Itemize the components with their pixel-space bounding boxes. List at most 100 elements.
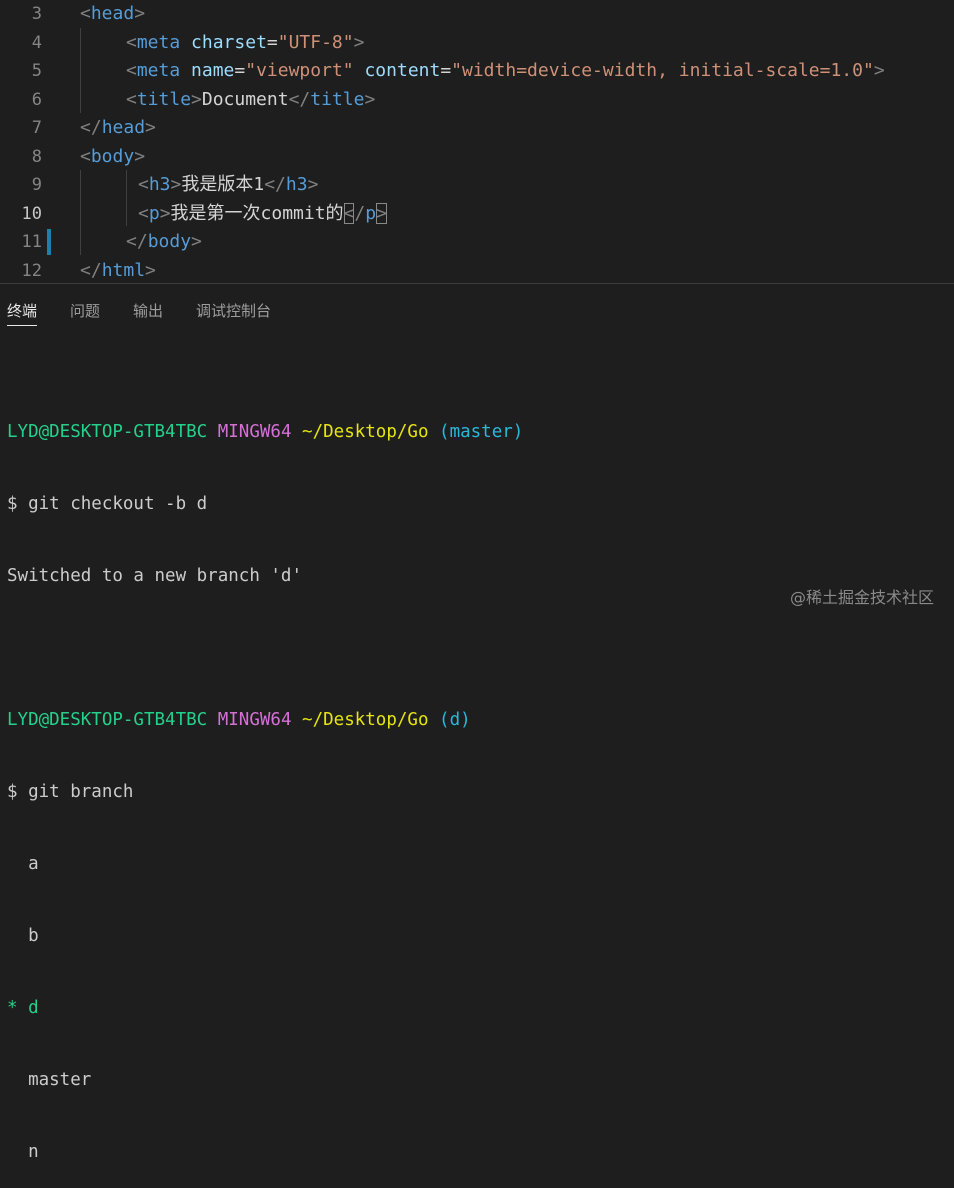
code-token: / xyxy=(354,202,366,224)
line-number: 11 xyxy=(21,232,42,252)
code-content: </head> xyxy=(80,114,156,142)
code-content: <meta charset="UTF-8"> xyxy=(126,29,364,57)
code-content: </body> xyxy=(126,228,202,256)
code-token: > xyxy=(376,202,387,224)
code-token: h3 xyxy=(285,174,308,195)
code-token: head xyxy=(101,117,146,138)
line-number: 10 xyxy=(21,203,42,224)
code-token: > xyxy=(873,60,885,81)
code-token: </ xyxy=(80,259,102,281)
line-number: 4 xyxy=(31,32,42,53)
code-editor[interactable]: 3 <head> 4 <meta charset="UTF-8"> 5 <meta nam… xyxy=(0,0,954,283)
code-token: charset xyxy=(191,31,267,53)
code-line: 8 <body> xyxy=(0,143,954,171)
prompt-branch: (master) xyxy=(439,422,524,442)
code-token: > xyxy=(159,202,171,224)
code-token: > xyxy=(191,88,202,110)
line-number: 12 xyxy=(21,260,42,281)
code-token: > xyxy=(134,3,146,24)
panel-tabs: 终端 问题 输出 调试控制台 xyxy=(0,284,954,336)
code-token: 我是第一次commit的 xyxy=(170,202,344,224)
tab-problems[interactable]: 问题 xyxy=(70,300,100,328)
code-token: p xyxy=(365,202,377,224)
prompt-line: LYD@DESKTOP-GTB4TBC MINGW64 ~/Desktop/Go… xyxy=(7,708,947,732)
code-token: head xyxy=(90,3,135,24)
code-token: < xyxy=(126,31,137,53)
prompt-path: ~/Desktop/Go xyxy=(302,710,429,730)
code-token: < xyxy=(80,145,91,167)
code-token: body xyxy=(90,145,135,167)
code-content: <h3>我是版本1</h3> xyxy=(138,171,318,199)
prompt-line: LYD@DESKTOP-GTB4TBC MINGW64 ~/Desktop/Go… xyxy=(7,420,947,444)
tab-terminal[interactable]: 终端 xyxy=(7,300,38,328)
line-number: 8 xyxy=(31,146,42,167)
code-content: <meta name="viewport" content="width=dev… xyxy=(126,57,885,85)
code-token: name xyxy=(191,60,235,81)
branch-item: a xyxy=(7,854,39,874)
code-token: < xyxy=(138,202,149,224)
command-line: $ git branch xyxy=(7,782,134,802)
code-token: html xyxy=(101,259,146,281)
code-token: = xyxy=(440,60,452,81)
code-token: title xyxy=(310,88,365,110)
line-number: 9 xyxy=(31,175,42,195)
code-token: body xyxy=(147,231,192,252)
code-token: "width=device-width, initial-scale=1.0" xyxy=(451,60,874,81)
line-number: 6 xyxy=(31,89,42,110)
code-line: 7 </head> xyxy=(0,114,954,142)
prompt-path: ~/Desktop/Go xyxy=(302,422,429,442)
code-token: h3 xyxy=(148,174,171,195)
code-line: 6 <title>Document</title> xyxy=(0,86,954,114)
line-number: 7 xyxy=(31,118,42,138)
code-line: 9 <h3>我是版本1</h3> xyxy=(0,171,954,199)
prompt-system: MINGW64 xyxy=(217,710,292,730)
code-line: 10 <p>我是第一次commit的</p> xyxy=(0,200,954,228)
code-content: </html> xyxy=(80,257,156,284)
code-line: 4 <meta charset="UTF-8"> xyxy=(0,29,954,57)
code-token: "UTF-8" xyxy=(277,31,354,53)
prompt-branch: (d) xyxy=(439,710,471,730)
code-token: meta xyxy=(136,60,181,81)
code-line: 5 <meta name="viewport" content="width=de… xyxy=(0,57,954,85)
code-token: </ xyxy=(126,231,148,252)
prompt-user: LYD@DESKTOP-GTB4TBC xyxy=(7,422,208,442)
code-token: meta xyxy=(136,31,181,53)
code-token: </ xyxy=(80,117,102,138)
code-token: content xyxy=(364,60,441,81)
code-content: <title>Document</title> xyxy=(126,86,375,114)
code-token: Document xyxy=(201,88,289,110)
code-token: > xyxy=(353,31,365,53)
code-content: <body> xyxy=(80,143,145,171)
terminal-output[interactable]: LYD@DESKTOP-GTB4TBC MINGW64 ~/Desktop/Go… xyxy=(7,372,947,1188)
code-line: 12 </html> xyxy=(0,257,954,284)
code-token: = xyxy=(234,60,246,81)
code-content: <p>我是第一次commit的</p> xyxy=(138,200,387,228)
code-token: < xyxy=(343,202,355,224)
code-line: 11 </body> xyxy=(0,228,954,256)
code-line: 3 <head> xyxy=(0,0,954,28)
code-token: > xyxy=(170,174,182,195)
tab-debug-console[interactable]: 调试控制台 xyxy=(196,300,271,328)
code-token: < xyxy=(138,174,149,195)
watermark: @稀土掘金技术社区 xyxy=(789,588,934,607)
code-token: > xyxy=(307,174,319,195)
code-token: </ xyxy=(264,174,286,195)
line-number: 3 xyxy=(31,4,42,24)
code-token: p xyxy=(148,202,160,224)
command-line: $ git checkout -b d xyxy=(7,494,208,514)
code-token: < xyxy=(80,3,91,24)
code-token: > xyxy=(134,145,146,167)
tab-output[interactable]: 输出 xyxy=(133,300,163,328)
code-token: title xyxy=(136,88,192,110)
code-token: > xyxy=(145,259,156,281)
prompt-user: LYD@DESKTOP-GTB4TBC xyxy=(7,710,208,730)
line-number: 5 xyxy=(31,61,42,81)
code-token: > xyxy=(145,117,156,138)
code-content: <head> xyxy=(80,0,145,28)
branch-item: master xyxy=(7,1070,92,1090)
branch-item: b xyxy=(7,926,39,946)
